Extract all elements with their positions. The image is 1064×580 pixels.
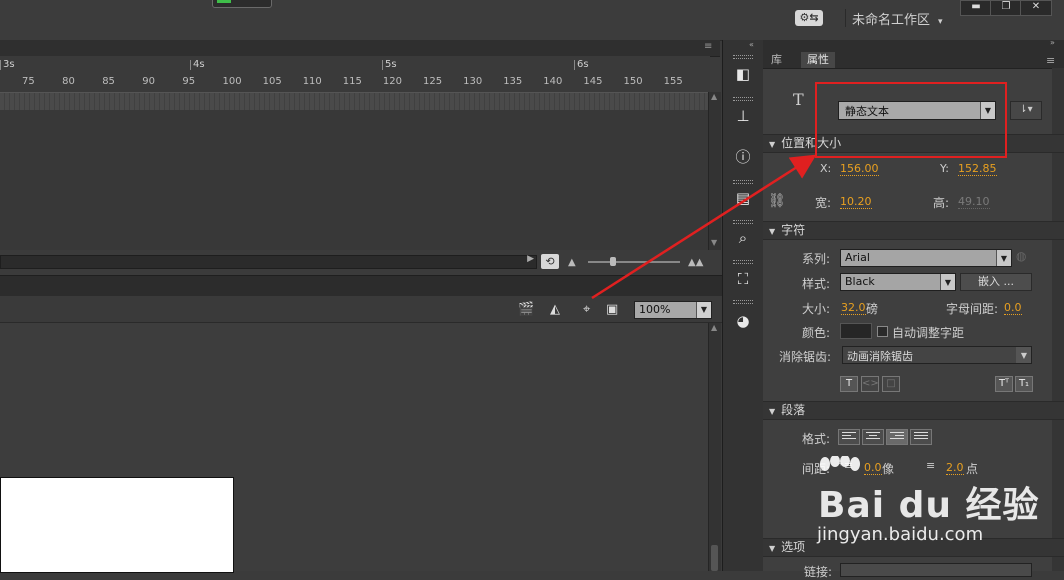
annotation-arrow [591, 154, 817, 300]
